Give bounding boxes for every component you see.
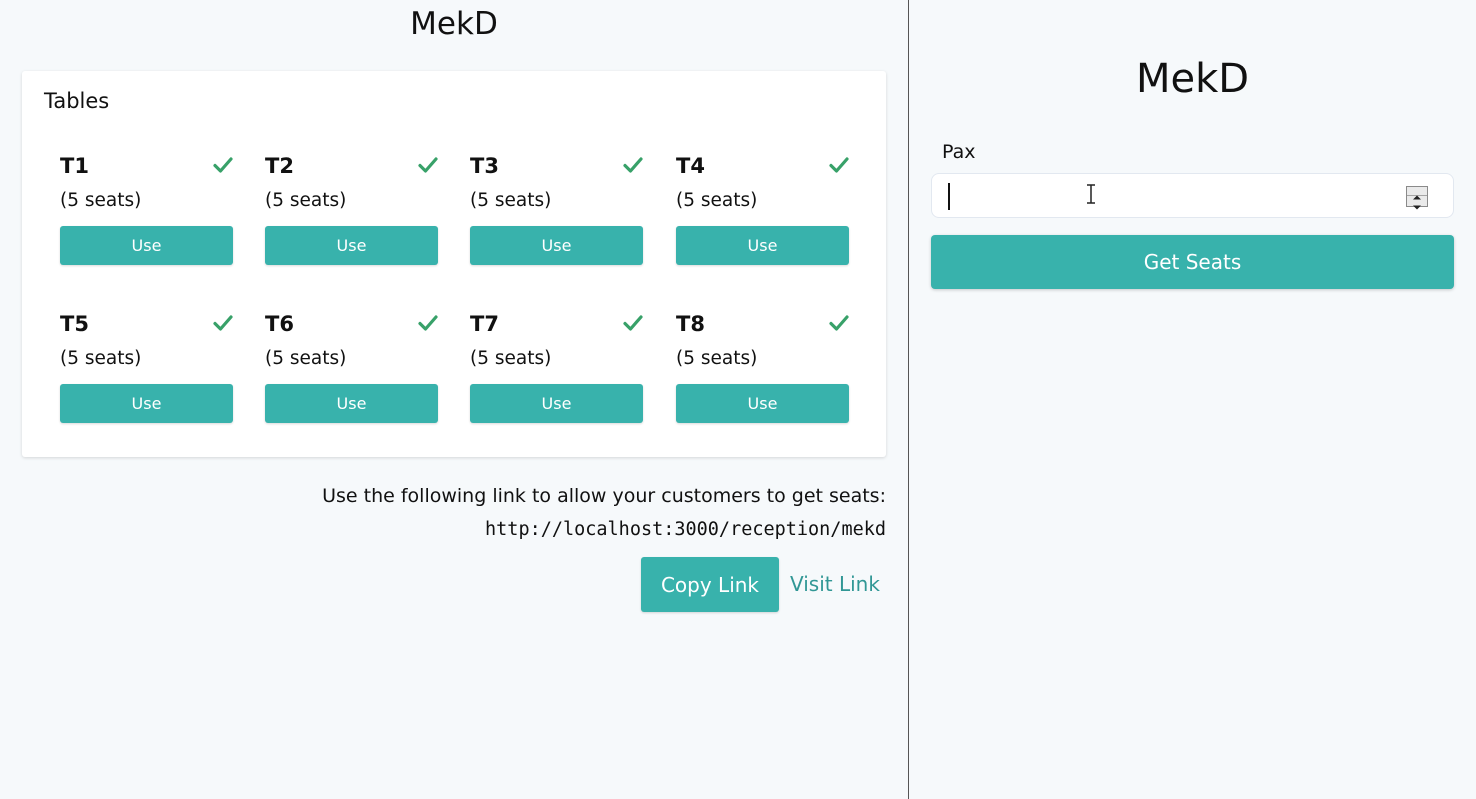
tables-heading: Tables xyxy=(44,89,110,113)
table-name: T5 xyxy=(60,312,89,336)
table-name: T2 xyxy=(265,154,294,178)
table-card-t3: T3 (5 seats) Use xyxy=(470,154,643,294)
use-button-t3[interactable]: Use xyxy=(470,226,643,265)
table-card-t4: T4 (5 seats) Use xyxy=(676,154,849,294)
table-seats: (5 seats) xyxy=(265,348,347,369)
use-button-t6[interactable]: Use xyxy=(265,384,438,423)
ibeam-cursor-icon xyxy=(1087,184,1095,204)
table-name: T1 xyxy=(60,154,89,178)
use-button-t5[interactable]: Use xyxy=(60,384,233,423)
check-icon xyxy=(623,315,643,331)
check-icon xyxy=(213,157,233,173)
pax-label: Pax xyxy=(942,141,976,163)
table-name: T6 xyxy=(265,312,294,336)
use-button-t7[interactable]: Use xyxy=(470,384,643,423)
reception-title: MekD xyxy=(1135,56,1250,102)
table-card-t6: T6 (5 seats) Use xyxy=(265,312,438,452)
table-card-t1: T1 (5 seats) Use xyxy=(60,154,233,294)
check-icon xyxy=(829,315,849,331)
use-button-t1[interactable]: Use xyxy=(60,226,233,265)
check-icon xyxy=(213,315,233,331)
use-button-t4[interactable]: Use xyxy=(676,226,849,265)
pax-stepper[interactable] xyxy=(1406,186,1428,210)
check-icon xyxy=(418,157,438,173)
table-card-t2: T2 (5 seats) Use xyxy=(265,154,438,294)
pax-field xyxy=(931,173,1454,218)
admin-title: MekD xyxy=(410,6,498,42)
use-button-t8[interactable]: Use xyxy=(676,384,849,423)
get-seats-button[interactable]: Get Seats xyxy=(931,235,1454,289)
table-card-t7: T7 (5 seats) Use xyxy=(470,312,643,452)
table-card-t5: T5 (5 seats) Use xyxy=(60,312,233,452)
reception-link-url: http://localhost:3000/reception/mekd xyxy=(485,519,886,540)
table-name: T3 xyxy=(470,154,499,178)
admin-pane: MekD Tables T1 (5 seats) Use T2 (5 seats… xyxy=(0,0,908,799)
stepper-up-button[interactable] xyxy=(1407,187,1427,200)
reception-pane: MekD Pax Get Seats xyxy=(909,0,1476,799)
table-name: T8 xyxy=(676,312,705,336)
stepper-down-button[interactable] xyxy=(1407,197,1427,210)
table-seats: (5 seats) xyxy=(676,348,758,369)
table-name: T4 xyxy=(676,154,705,178)
chevron-down-icon xyxy=(1413,205,1421,210)
table-name: T7 xyxy=(470,312,499,336)
table-seats: (5 seats) xyxy=(60,190,142,211)
text-caret xyxy=(948,183,950,210)
tables-card: Tables T1 (5 seats) Use T2 (5 seats) Use… xyxy=(22,71,886,457)
check-icon xyxy=(829,157,849,173)
table-seats: (5 seats) xyxy=(470,190,552,211)
table-card-t8: T8 (5 seats) Use xyxy=(676,312,849,452)
check-icon xyxy=(418,315,438,331)
pax-input[interactable] xyxy=(932,174,1453,217)
table-seats: (5 seats) xyxy=(265,190,347,211)
visit-link[interactable]: Visit Link xyxy=(790,572,880,596)
copy-link-button[interactable]: Copy Link xyxy=(641,557,779,612)
table-seats: (5 seats) xyxy=(60,348,142,369)
use-button-t2[interactable]: Use xyxy=(265,226,438,265)
link-info-text: Use the following link to allow your cus… xyxy=(322,485,886,507)
table-seats: (5 seats) xyxy=(470,348,552,369)
check-icon xyxy=(623,157,643,173)
table-seats: (5 seats) xyxy=(676,190,758,211)
